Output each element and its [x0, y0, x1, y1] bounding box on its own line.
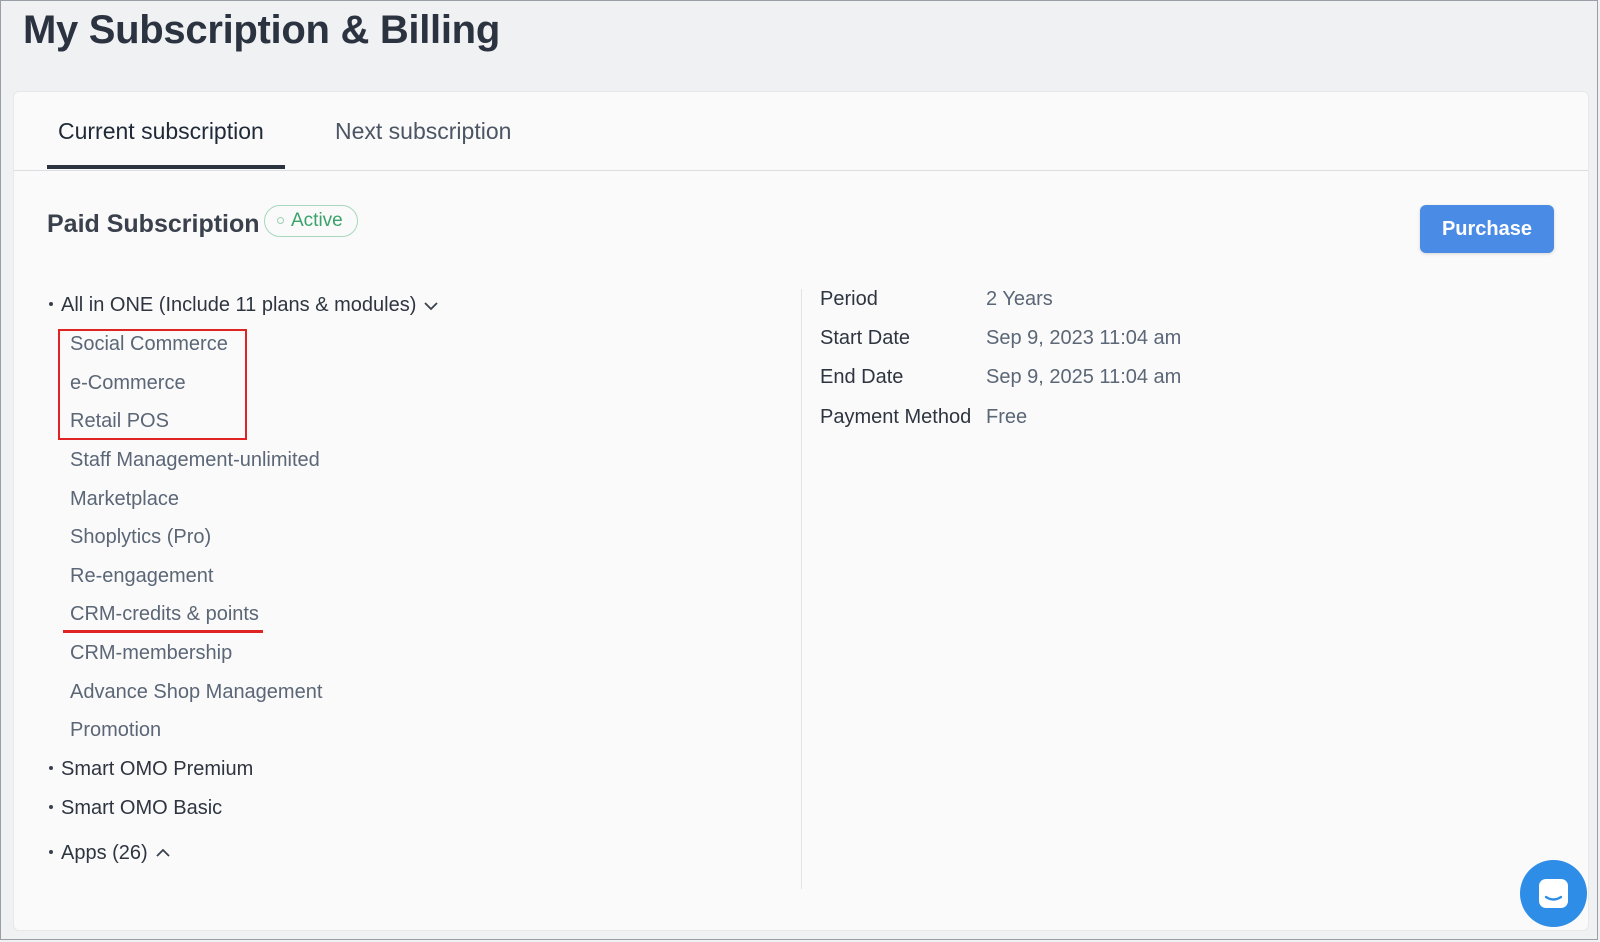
active-tab-indicator — [47, 165, 285, 169]
chevron-up-icon[interactable] — [156, 840, 170, 863]
column-divider — [801, 289, 802, 889]
bullet-icon — [49, 301, 53, 306]
page-title: My Subscription & Billing — [23, 8, 500, 52]
detail-label-start-date: Start Date — [820, 327, 911, 349]
status-badge: Active — [264, 205, 358, 237]
module-item: Advance Shop Management — [70, 681, 323, 703]
detail-value-end-date: Sep 9, 2025 11:04 am — [986, 366, 1182, 388]
apps-label: Apps (26) — [61, 842, 148, 864]
subscription-title: Paid Subscription — [47, 210, 260, 238]
module-item: Social Commerce — [70, 333, 228, 355]
bullet-icon — [49, 804, 53, 809]
subscription-card: Current subscription Next subscription P… — [13, 91, 1589, 931]
bullet-icon — [49, 849, 53, 854]
status-dot-icon — [277, 217, 284, 224]
purchase-button[interactable]: Purchase — [1420, 205, 1554, 253]
module-item: Promotion — [70, 719, 162, 741]
plan-label: All in ONE (Include 11 plans & modules) — [61, 294, 417, 316]
detail-value-period: 2 Years — [986, 288, 1053, 310]
chat-launcher-button[interactable] — [1520, 860, 1587, 927]
module-item: CRM-membership — [70, 642, 233, 664]
tab-bar: Current subscription Next subscription — [14, 92, 1588, 171]
chat-icon — [1539, 879, 1568, 908]
detail-label-period: Period — [820, 288, 878, 310]
bullet-icon — [49, 765, 53, 770]
module-item: Staff Management-unlimited — [70, 449, 320, 471]
module-item: Shoplytics (Pro) — [70, 526, 212, 548]
detail-value-payment-method: Free — [986, 406, 1028, 428]
status-badge-label: Active — [291, 210, 343, 231]
module-item: Re-engagement — [70, 565, 214, 587]
apps-toggle[interactable]: Apps (26) — [49, 842, 170, 865]
plan-label: Smart OMO Premium — [61, 758, 254, 780]
chevron-down-icon[interactable] — [424, 294, 438, 317]
plan-smart-omo-basic[interactable]: Smart OMO Basic — [49, 797, 222, 820]
tab-next-subscription[interactable]: Next subscription — [335, 118, 511, 145]
plan-label: Smart OMO Basic — [61, 797, 223, 819]
detail-label-end-date: End Date — [820, 366, 904, 388]
detail-value-start-date: Sep 9, 2023 11:04 am — [986, 327, 1182, 349]
plan-all-in-one[interactable]: All in ONE (Include 11 plans & modules) — [49, 294, 438, 317]
plan-smart-omo-premium[interactable]: Smart OMO Premium — [49, 758, 253, 781]
module-item: Retail POS — [70, 410, 169, 432]
module-item: e-Commerce — [70, 372, 186, 394]
module-item: CRM-credits & points — [70, 603, 259, 625]
module-item: Marketplace — [70, 488, 179, 510]
tab-current-subscription[interactable]: Current subscription — [58, 118, 264, 145]
annotation-underline — [63, 630, 263, 633]
detail-label-payment-method: Payment Method — [820, 406, 972, 428]
